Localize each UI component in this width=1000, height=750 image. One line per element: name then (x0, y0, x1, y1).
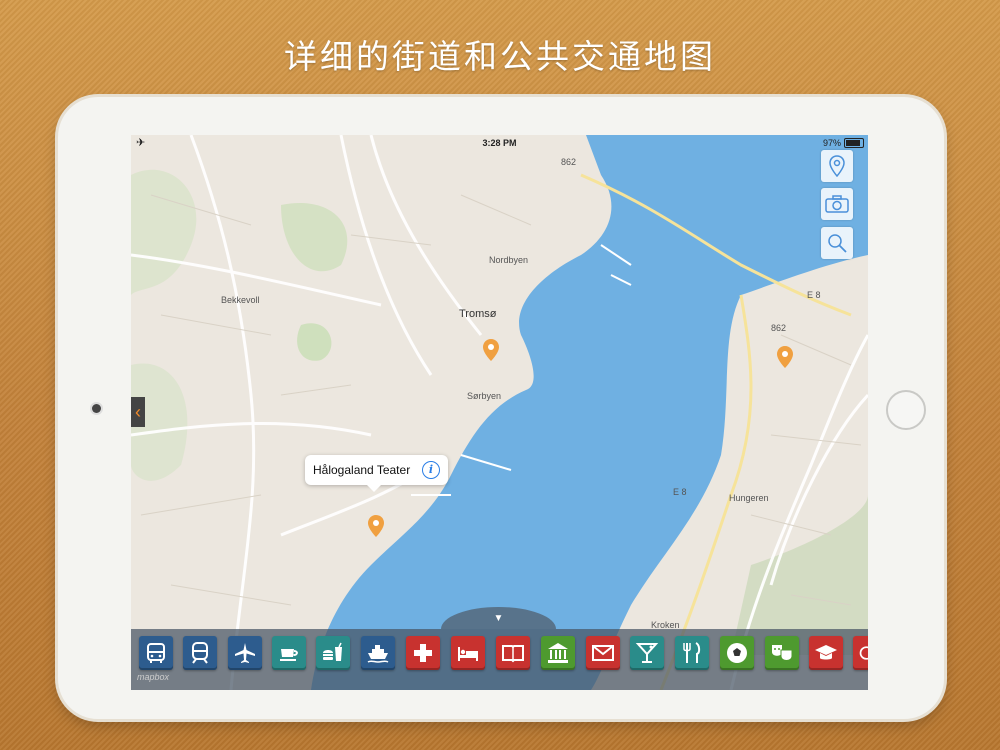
camera-icon (825, 195, 849, 213)
burger-drink-icon (323, 642, 342, 661)
fork-knife-icon (683, 642, 701, 663)
bus-button[interactable] (139, 636, 173, 670)
headline-title: 详细的街道和公共交通地图 (284, 37, 716, 76)
map-callout[interactable]: Hålogaland Teater i (305, 455, 448, 492)
app-screen: ✈ 3:28 PM 97% Tromsø Nordbyen Sørbyen Be… (131, 135, 868, 690)
museum-button[interactable] (541, 636, 575, 670)
map-pin-theater[interactable] (368, 515, 384, 537)
envelope-icon (592, 645, 614, 661)
map-pin-center[interactable] (483, 339, 499, 361)
theater-masks-icon (772, 645, 793, 661)
airplane-button[interactable] (228, 636, 262, 670)
info-icon[interactable]: i (422, 461, 440, 479)
circle-icon (859, 646, 868, 660)
map-label-hungeren: Hungeren (729, 493, 769, 503)
library-button[interactable] (496, 636, 530, 670)
search-button[interactable] (821, 227, 853, 259)
cafe-button[interactable] (272, 636, 306, 670)
bar-button[interactable] (630, 636, 664, 670)
soccer-ball-icon (727, 643, 747, 663)
map-pin-east[interactable] (777, 346, 793, 368)
map-label-bekkevoll: Bekkevoll (221, 295, 260, 305)
graduation-cap-icon (815, 645, 837, 660)
book-icon (502, 645, 524, 663)
train-button[interactable] (183, 636, 217, 670)
sports-button[interactable] (720, 636, 754, 670)
map-credit: mapbox (137, 672, 170, 682)
map-label-e8-north: E 8 (807, 290, 821, 300)
camera-button[interactable] (821, 188, 853, 220)
battery-status: 97% (823, 138, 864, 148)
cocktail-icon (635, 643, 659, 663)
status-bar: ✈ 3:28 PM 97% (131, 135, 868, 151)
map-label-tromso: Tromsø (459, 308, 497, 320)
ipad-camera (92, 404, 101, 413)
restaurant-button[interactable] (675, 636, 709, 670)
ship-icon (367, 645, 389, 663)
callout-title: Hålogaland Teater (313, 463, 411, 477)
bank-building-icon (548, 643, 568, 663)
medical-cross-icon (414, 644, 432, 662)
ipad-home-button[interactable] (886, 390, 926, 430)
train-icon (192, 642, 208, 664)
map-label-sorbyen: Sørbyen (467, 391, 502, 401)
more-button[interactable] (853, 636, 868, 670)
university-button[interactable] (809, 636, 843, 670)
map-label-nordbyen: Nordbyen (489, 255, 529, 265)
hospital-button[interactable] (406, 636, 440, 670)
bed-icon (458, 647, 478, 661)
location-pin-icon (829, 155, 845, 177)
ferry-button[interactable] (361, 636, 395, 670)
search-icon (828, 234, 847, 253)
coffee-cup-icon (280, 649, 298, 661)
hotel-button[interactable] (451, 636, 485, 670)
battery-percent: 97% (822, 138, 841, 148)
battery-icon (844, 138, 864, 148)
map-label-862-east: 862 (771, 323, 787, 333)
map-label-e8-south: E 8 (673, 487, 687, 497)
theater-button[interactable] (765, 636, 799, 670)
status-time: 3:28 PM (482, 138, 517, 148)
bus-icon (147, 643, 165, 663)
fast-food-button[interactable] (316, 636, 350, 670)
map-label-862-north: 862 (561, 157, 577, 167)
post-office-button[interactable] (586, 636, 620, 670)
category-toolbar: mapbox (131, 629, 868, 690)
chevron-left-icon[interactable]: ‹ (131, 397, 145, 427)
location-pin-button[interactable] (821, 150, 853, 182)
airplane-icon (235, 643, 255, 663)
